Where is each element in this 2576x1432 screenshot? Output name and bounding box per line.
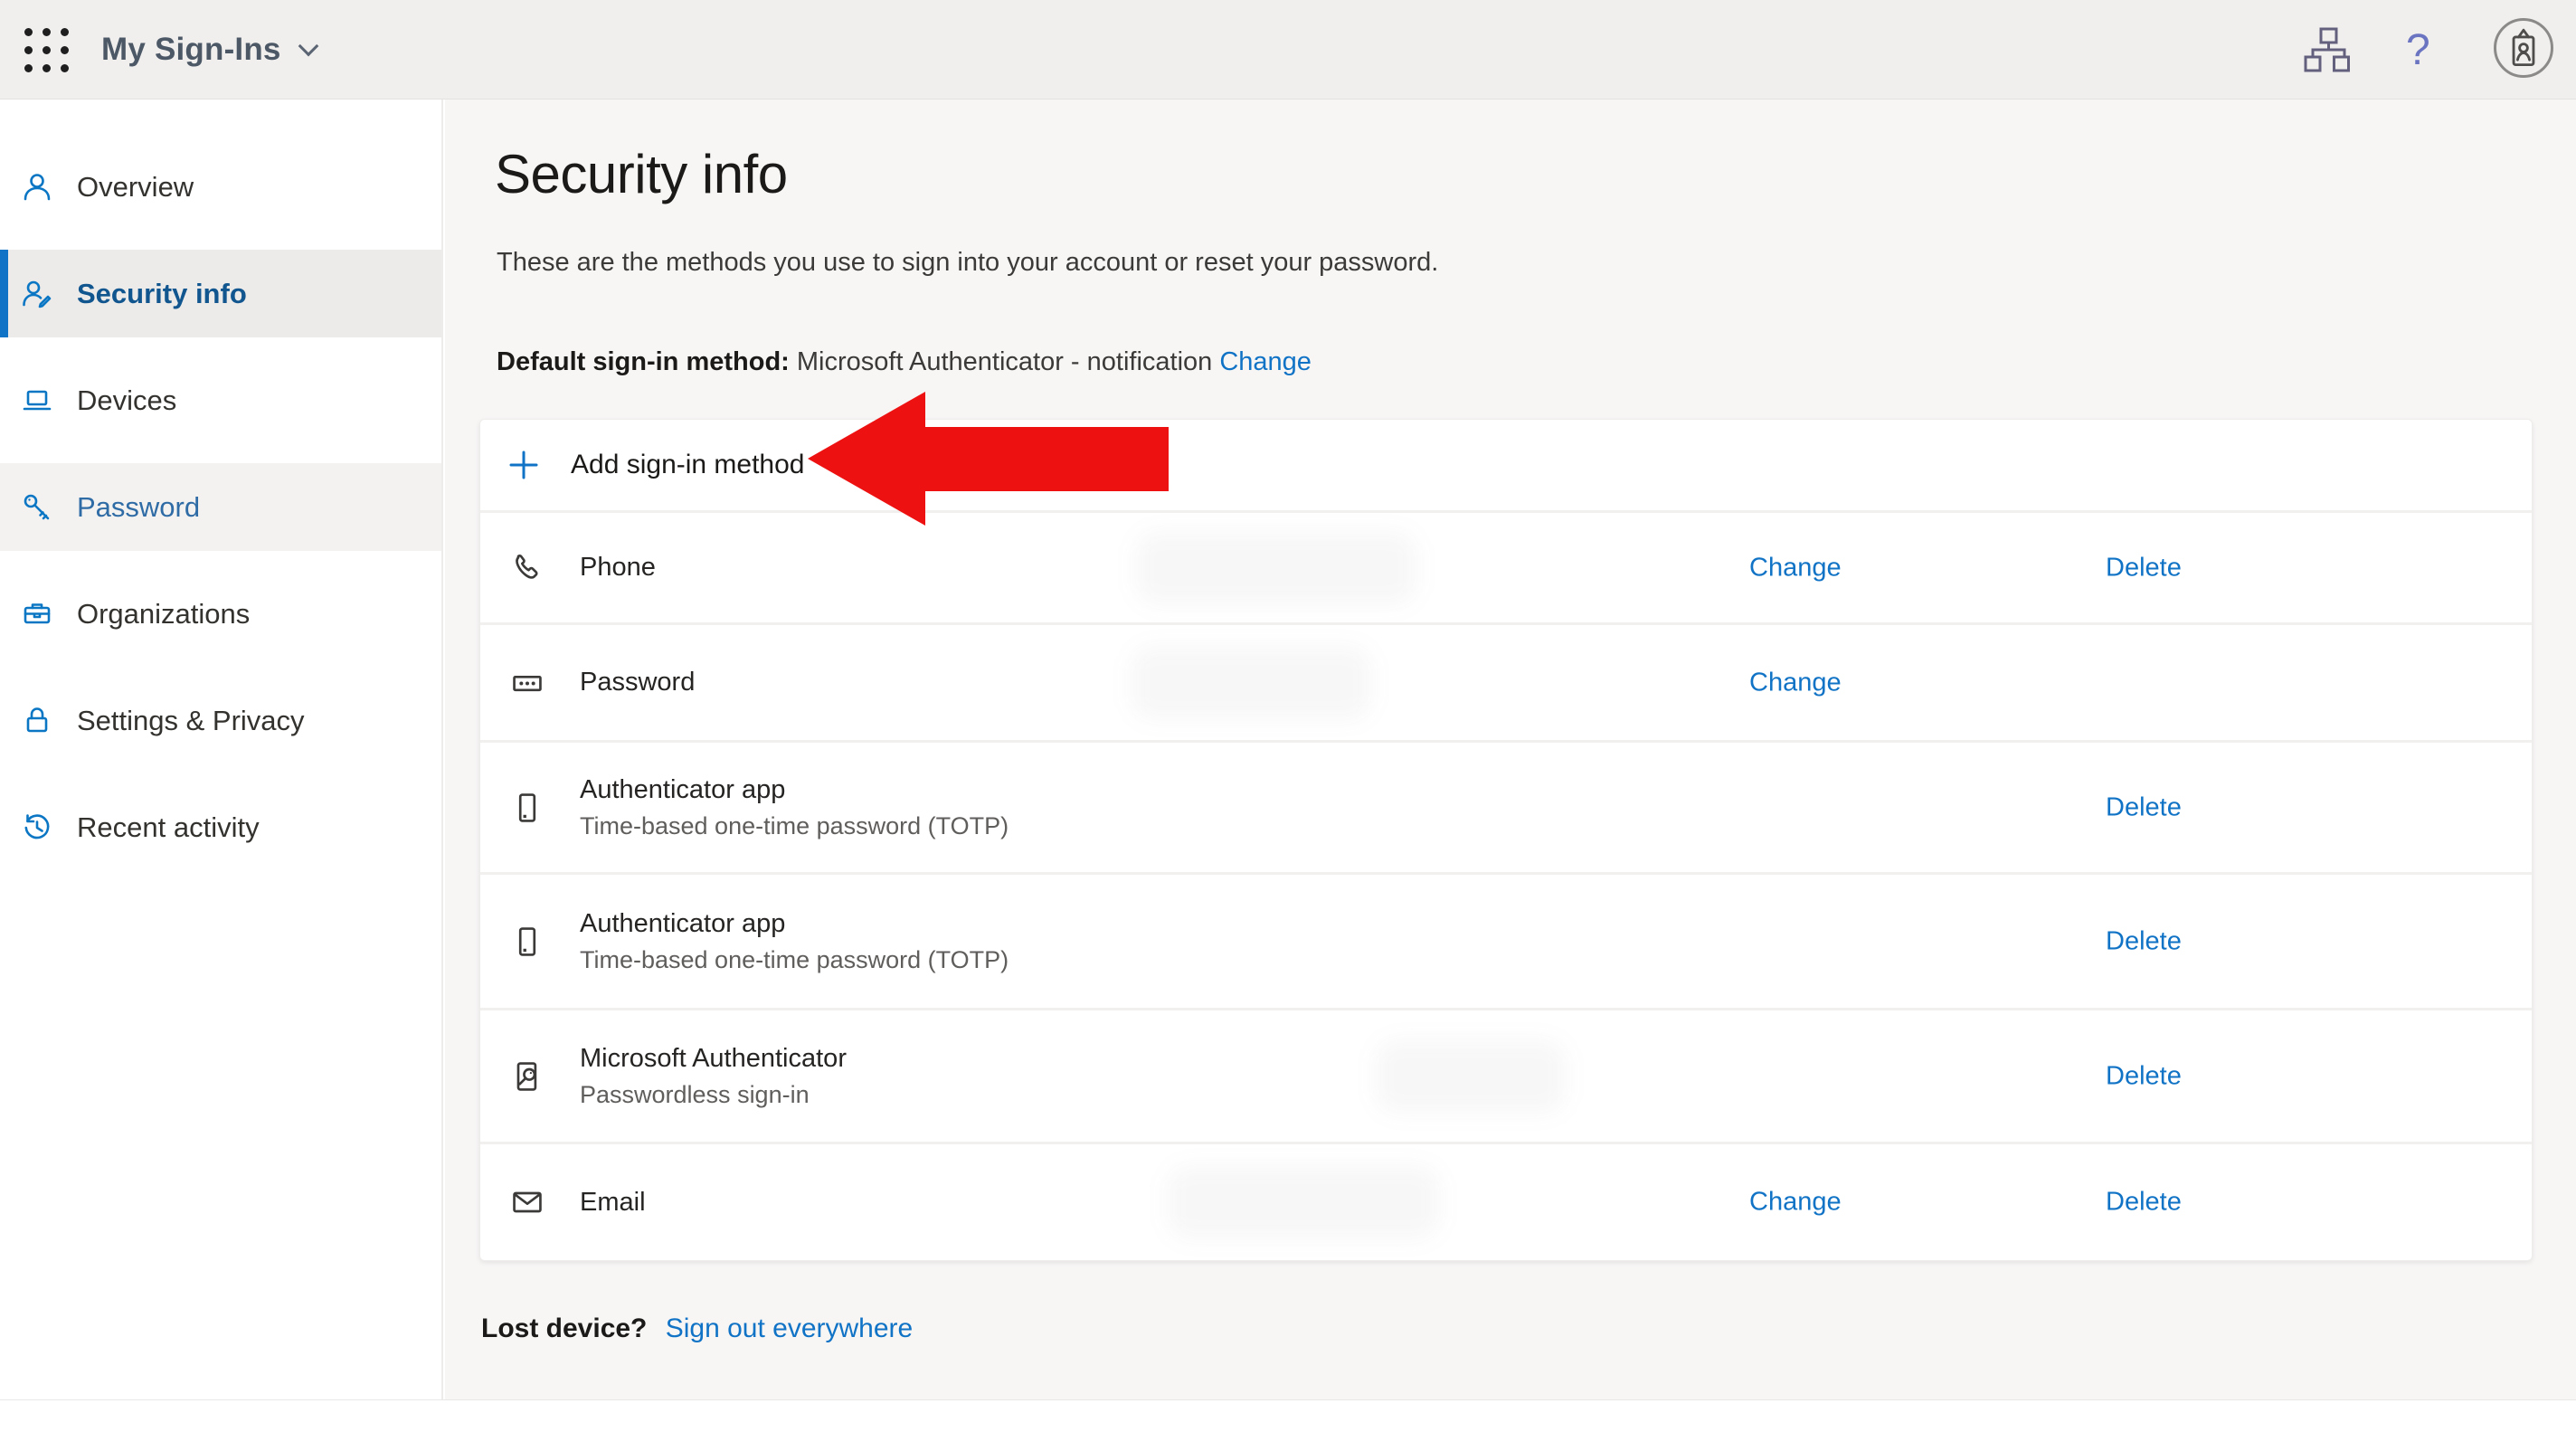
method-row-phone: Phone Change Delete <box>480 510 2532 622</box>
passwordless-device-icon <box>507 1057 547 1096</box>
sidebar: Overview Security info Devices Password … <box>0 100 443 1399</box>
my-sign-ins-page: My Sign-Ins ? Overview Security info Dev… <box>0 0 2576 1432</box>
default-sign-in-line: Default sign-in method: Microsoft Authen… <box>497 347 1312 377</box>
method-subtitle: Passwordless sign-in <box>580 1080 810 1108</box>
sign-out-everywhere-link[interactable]: Sign out everywhere <box>666 1313 914 1343</box>
sidebar-item-recent-activity[interactable]: Recent activity <box>0 783 441 871</box>
app-title-label: My Sign-Ins <box>101 32 281 67</box>
sidebar-item-organizations[interactable]: Organizations <box>0 570 441 658</box>
method-subtitle: Time-based one-time password (TOTP) <box>580 945 1009 973</box>
method-row-authenticator-app: Authenticator app Time-based one-time pa… <box>480 740 2532 872</box>
main-content: Security info These are the methods you … <box>445 100 2576 1399</box>
password-dots-icon <box>507 663 547 703</box>
mobile-phone-icon <box>507 788 547 828</box>
default-method-value: Microsoft Authenticator - notification <box>796 347 1213 376</box>
method-subtitle: Time-based one-time password (TOTP) <box>580 811 1009 839</box>
id-badge-icon <box>2512 28 2535 67</box>
top-bar: My Sign-Ins ? <box>0 0 2576 100</box>
delete-link[interactable]: Delete <box>2106 792 2182 822</box>
sidebar-item-label: Organizations <box>77 597 251 630</box>
sidebar-item-overview[interactable]: Overview <box>0 143 441 231</box>
person-icon <box>20 170 54 204</box>
method-title: Password <box>580 668 696 697</box>
envelope-icon <box>507 1182 547 1222</box>
method-row-password: Password Change <box>480 622 2532 740</box>
delete-link[interactable]: Delete <box>2106 1061 2182 1091</box>
delete-link[interactable]: Delete <box>2106 553 2182 583</box>
sidebar-item-label: Recent activity <box>77 811 260 843</box>
default-method-change-link[interactable]: Change <box>1219 347 1312 376</box>
change-link[interactable]: Change <box>1749 1188 1842 1218</box>
method-row-microsoft-authenticator: Microsoft Authenticator Passwordless sig… <box>480 1008 2532 1142</box>
default-method-label: Default sign-in method: <box>497 347 790 376</box>
delete-link[interactable]: Delete <box>2106 1188 2182 1218</box>
page-title: Security info <box>495 144 788 204</box>
mobile-phone-icon <box>507 922 547 962</box>
person-key-icon <box>20 277 54 311</box>
sidebar-item-label: Overview <box>77 170 194 203</box>
bottom-strip <box>0 1399 2576 1432</box>
plus-icon <box>507 449 540 481</box>
sidebar-item-label: Devices <box>77 384 177 416</box>
lock-icon <box>20 704 54 738</box>
add-sign-in-method-label: Add sign-in method <box>571 450 805 479</box>
sidebar-item-password[interactable]: Password <box>0 463 441 551</box>
sidebar-item-label: Password <box>77 490 201 523</box>
sidebar-item-devices[interactable]: Devices <box>0 356 441 444</box>
sidebar-item-settings-privacy[interactable]: Settings & Privacy <box>0 677 441 764</box>
org-chart-icon[interactable] <box>2301 0 2353 100</box>
method-title: Microsoft Authenticator <box>580 1043 847 1073</box>
sidebar-item-security-info[interactable]: Security info <box>0 250 441 337</box>
redacted-value <box>1376 1039 1566 1113</box>
delete-link[interactable]: Delete <box>2106 926 2182 956</box>
method-title: Authenticator app <box>580 908 786 938</box>
avatar[interactable] <box>2494 18 2553 78</box>
method-title: Email <box>580 1187 646 1217</box>
sidebar-item-label: Settings & Privacy <box>77 704 305 736</box>
briefcase-icon <box>20 597 54 631</box>
app-title[interactable]: My Sign-Ins <box>101 0 318 100</box>
page-subtitle: These are the methods you use to sign in… <box>497 248 1439 277</box>
method-title: Phone <box>580 553 656 582</box>
key-icon <box>20 490 54 525</box>
change-link[interactable]: Change <box>1749 668 1842 697</box>
sign-in-methods-card: Add sign-in method Phone Change Delete P… <box>479 419 2533 1261</box>
redacted-value <box>1136 531 1416 604</box>
change-link[interactable]: Change <box>1749 553 1842 583</box>
lost-device-label: Lost device? <box>481 1313 648 1343</box>
lost-device-line: Lost device? Sign out everywhere <box>481 1313 913 1344</box>
sidebar-item-label: Security info <box>77 277 247 309</box>
chevron-down-icon <box>298 35 318 57</box>
redacted-value <box>1168 1166 1439 1238</box>
laptop-icon <box>20 384 54 418</box>
phone-icon <box>507 548 547 588</box>
add-sign-in-method-button[interactable]: Add sign-in method <box>480 420 2532 510</box>
method-row-email: Email Change Delete <box>480 1142 2532 1260</box>
redacted-value <box>1132 646 1371 719</box>
method-title: Authenticator app <box>580 774 786 804</box>
app-launcher-icon[interactable] <box>20 24 72 76</box>
help-icon[interactable]: ? <box>2406 0 2430 100</box>
red-arrow-annotation <box>808 392 1169 526</box>
history-icon <box>20 811 54 845</box>
method-row-authenticator-app: Authenticator app Time-based one-time pa… <box>480 872 2532 1008</box>
